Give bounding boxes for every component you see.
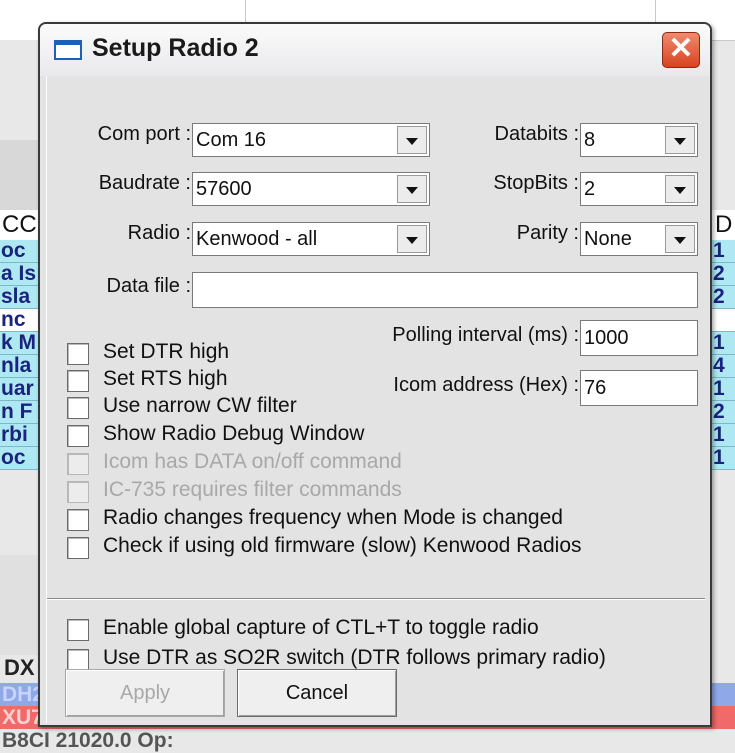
background-row: 2 xyxy=(712,286,735,309)
background-row: 1 xyxy=(712,378,735,401)
checkbox-label[interactable]: Radio changes frequency when Mode is cha… xyxy=(103,506,563,530)
dialog-titlebar[interactable]: Setup Radio 2 ✕ xyxy=(40,24,710,76)
checkbox-check-if-using-old-firmware-slow-kenwood-radios[interactable] xyxy=(67,537,89,559)
background-row: 1 xyxy=(712,424,735,447)
background-row: 1 xyxy=(712,240,735,263)
checkbox-label[interactable]: Use DTR as SO2R switch (DTR follows prim… xyxy=(103,646,606,670)
stopbits-label: StopBits : xyxy=(493,172,579,194)
parity-select[interactable]: None xyxy=(580,222,698,256)
close-icon: ✕ xyxy=(668,32,694,65)
dx-label: DX xyxy=(4,655,35,680)
checkbox-ic-735-requires-filter-commands xyxy=(67,481,89,503)
baudrate-select[interactable]: 57600 xyxy=(192,172,430,206)
background-row: nla xyxy=(0,355,40,378)
spot-row: B8CI 21020.0 Op: xyxy=(0,729,735,753)
checkbox-label[interactable]: Check if using old firmware (slow) Kenwo… xyxy=(103,534,582,558)
chevron-down-icon[interactable] xyxy=(665,175,695,203)
radio-value: Kenwood - all xyxy=(196,228,318,250)
background-list-right: 122141211 xyxy=(712,240,735,470)
dialog-body: Com port : Com 16 Baudrate : 57600 Radio… xyxy=(46,76,705,723)
background-row: 1 xyxy=(712,332,735,355)
com-port-select[interactable]: Com 16 xyxy=(192,123,430,157)
apply-button[interactable]: Apply xyxy=(65,669,225,717)
background-row: n F xyxy=(0,401,40,424)
checkbox-use-dtr-as-so2r-switch-dtr-follows-primary-radio[interactable] xyxy=(67,649,89,671)
checkbox-label[interactable]: Show Radio Debug Window xyxy=(103,422,364,446)
polling-interval-input[interactable]: 1000 xyxy=(580,320,698,356)
baudrate-label: Baudrate : xyxy=(98,172,191,194)
data-file-label: Data file : xyxy=(106,275,191,297)
chevron-down-icon[interactable] xyxy=(665,126,695,154)
background-row: 2 xyxy=(712,401,735,424)
background-row: oc xyxy=(0,240,40,263)
checkbox-label: IC-735 requires filter commands xyxy=(103,478,402,501)
databits-label: Databits : xyxy=(494,123,579,145)
chevron-down-icon[interactable] xyxy=(397,225,427,253)
checkbox-set-dtr-high[interactable] xyxy=(67,343,89,365)
checkbox-label[interactable]: Set RTS high xyxy=(103,367,228,391)
checkbox-label: Icom has DATA on/off command xyxy=(103,450,402,473)
background-row: 4 xyxy=(712,355,735,378)
icom-address-label: Icom address (Hex) : xyxy=(393,374,579,396)
data-file-input[interactable] xyxy=(192,272,698,308)
close-button[interactable]: ✕ xyxy=(662,32,700,68)
window-icon xyxy=(54,40,82,60)
checkbox-radio-changes-frequency-when-mode-is-changed[interactable] xyxy=(67,509,89,531)
background-row: sla xyxy=(0,286,40,309)
checkbox-label[interactable]: Set DTR high xyxy=(103,340,229,364)
background-row: a Is xyxy=(0,263,40,286)
radio-label: Radio : xyxy=(127,222,191,244)
com-port-label: Com port : xyxy=(97,123,191,145)
background-row: oc xyxy=(0,447,40,470)
background-row: rbi xyxy=(0,424,40,447)
background-list-left: oc a Is sla nc k Mnla uar n Frbi oc xyxy=(0,240,40,470)
com-port-value: Com 16 xyxy=(196,129,267,151)
stopbits-value: 2 xyxy=(584,178,596,200)
background-row xyxy=(712,309,735,332)
background-row: 2 xyxy=(712,263,735,286)
chevron-down-icon[interactable] xyxy=(397,126,427,154)
databits-select[interactable]: 8 xyxy=(580,123,698,157)
cancel-button[interactable]: Cancel xyxy=(237,669,397,717)
stopbits-select[interactable]: 2 xyxy=(580,172,698,206)
background-panel xyxy=(0,40,40,140)
databits-value: 8 xyxy=(584,129,596,151)
checkbox-set-rts-high[interactable] xyxy=(67,370,89,392)
section-divider xyxy=(47,598,705,600)
background-column-header: CC xyxy=(0,210,40,240)
background-row: nc xyxy=(0,309,40,332)
chevron-down-icon[interactable] xyxy=(397,175,427,203)
background-row: uar xyxy=(0,378,40,401)
parity-label: Parity : xyxy=(516,222,579,244)
dialog-title: Setup Radio 2 xyxy=(92,34,259,62)
polling-interval-label: Polling interval (ms) : xyxy=(392,324,579,346)
parity-value: None xyxy=(584,228,632,250)
radio-select[interactable]: Kenwood - all xyxy=(192,222,430,256)
icom-address-input[interactable]: 76 xyxy=(580,370,698,406)
background-row: 1 xyxy=(712,447,735,470)
chevron-down-icon[interactable] xyxy=(665,225,695,253)
checkbox-label[interactable]: Use narrow CW filter xyxy=(103,394,297,418)
checkbox-use-narrow-cw-filter[interactable] xyxy=(67,397,89,419)
background-column-header: D xyxy=(712,210,735,240)
setup-radio-dialog: Setup Radio 2 ✕ Com port : Com 16 Baudra… xyxy=(38,22,712,727)
checkbox-label[interactable]: Enable global capture of CTL+T to toggle… xyxy=(103,616,539,640)
background-panel xyxy=(0,555,40,655)
background-panel xyxy=(0,140,40,210)
checkbox-show-radio-debug-window[interactable] xyxy=(67,425,89,447)
background-row: k M xyxy=(0,332,40,355)
checkbox-icom-has-data-on-off-command xyxy=(67,453,89,475)
checkbox-enable-global-capture-of-ctl-t-to-toggle-radio[interactable] xyxy=(67,619,89,641)
baudrate-value: 57600 xyxy=(196,178,252,200)
